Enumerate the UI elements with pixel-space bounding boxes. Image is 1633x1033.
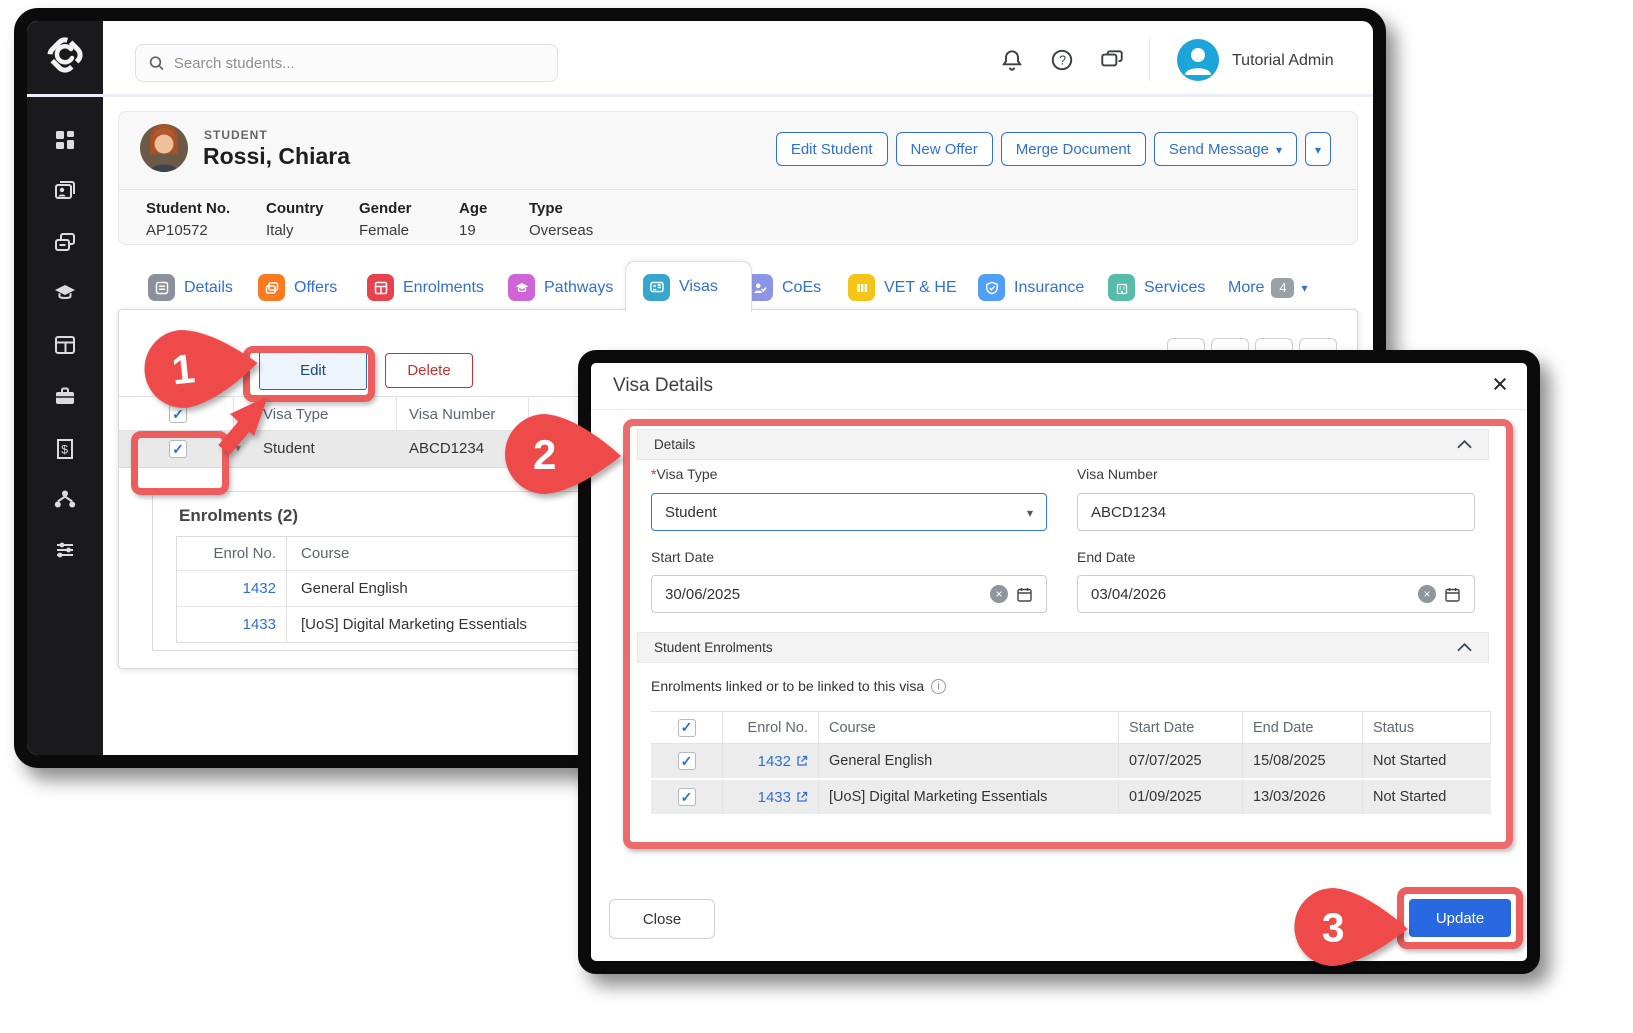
chevron-down-icon [1301,279,1307,297]
user-name[interactable]: Tutorial Admin [1232,52,1334,70]
table-icon [367,274,394,301]
student-kicker: STUDENT [204,128,268,142]
modal-title: Visa Details [613,375,713,397]
table-row: 1432 General English [177,570,635,606]
settings-sliders-icon[interactable] [53,538,77,562]
visa-number-cell: ABCD1234 [409,440,484,457]
agents-icon[interactable] [53,384,77,408]
id-card-icon [643,274,670,301]
visa-details-modal: Visa Details × Details *Visa Type Visa N… [578,350,1540,974]
topbar-separator [1149,37,1150,81]
timetable-icon[interactable] [53,333,77,357]
field-value: Female [359,222,409,239]
close-button[interactable]: Close [609,899,715,939]
tab-services[interactable]: Services [1108,264,1205,311]
students-icon[interactable] [53,178,77,202]
merge-document-button[interactable]: Merge Document [1001,132,1146,166]
annotation-step-3: 3 [1292,886,1410,968]
student-avatar [140,124,188,172]
shield-check-icon [978,274,1005,301]
chevron-down-icon [1276,141,1282,158]
column-header: Enrol No. [177,537,287,570]
linked-enrolments-box: Enrolments (2) Enrol No. Course 1432 Gen… [152,491,652,651]
table-row: 1433 [UoS] Digital Marketing Essentials [177,606,635,642]
student-name: Rossi, Chiara [203,143,350,170]
graduation-cap-icon [508,274,535,301]
column-header[interactable]: Visa Number [409,406,495,423]
topbar-divider [27,94,1373,97]
field-label: Age [459,200,487,217]
student-actions: Edit Student New Offer Merge Document Se… [776,132,1331,166]
tab-more[interactable]: More 4 [1228,264,1307,311]
more-actions-button[interactable] [1305,132,1331,166]
svg-text:$: $ [61,443,68,457]
tab-offers[interactable]: Offers [258,264,337,311]
help-icon[interactable]: ? [1049,47,1075,73]
dashboard-icon[interactable] [53,128,77,152]
field-value: 19 [459,222,476,239]
bars-icon [848,274,875,301]
user-avatar[interactable] [1177,39,1219,81]
tab-enrolments[interactable]: Enrolments [367,264,484,311]
column-divider [396,396,397,468]
svg-text:3: 3 [1322,905,1345,951]
delete-visa-button[interactable]: Delete [385,353,473,388]
tutorial-screenshot: $ ? [0,0,1633,1033]
modal-divider [591,409,1529,410]
search-box[interactable] [135,44,558,82]
field-label: Student No. [146,200,230,217]
tab-vet-he[interactable]: VET & HE [848,264,957,311]
send-message-button[interactable]: Send Message [1154,132,1297,166]
courses-icon[interactable] [53,281,77,305]
highlight-frame-update [1397,887,1523,949]
svg-text:2: 2 [533,431,556,478]
annotation-step-2: 2 [502,412,624,496]
field-label: Gender [359,200,412,217]
enrolment-link[interactable]: 1432 [243,580,276,597]
close-icon[interactable]: × [1485,369,1515,399]
tab-visas[interactable]: Visas [625,261,752,312]
enrolment-link[interactable]: 1433 [243,616,276,633]
tab-details[interactable]: Details [148,264,233,311]
offers-icon[interactable] [53,230,77,254]
sidebar: $ [27,21,103,755]
search-input[interactable] [174,55,545,72]
offer-card-icon [258,274,285,301]
finance-icon[interactable]: $ [53,437,77,461]
document-icon [148,274,175,301]
new-offer-button[interactable]: New Offer [896,132,993,166]
person-silhouette-icon [1177,39,1219,81]
enrolments-table: Enrol No. Course 1432 General English 14… [176,536,636,643]
chevron-down-icon [1315,141,1321,158]
edit-student-button[interactable]: Edit Student [776,132,888,166]
highlight-frame-sections [623,419,1513,849]
svg-text:?: ? [1059,54,1066,68]
app-logo [44,34,86,76]
tab-insurance[interactable]: Insurance [978,264,1084,311]
tab-coes[interactable]: CoEs [746,264,821,311]
more-count-badge: 4 [1271,278,1294,298]
chat-icon[interactable] [1099,47,1125,73]
tab-pathways[interactable]: Pathways [508,264,613,311]
notifications-bell-icon[interactable] [999,47,1025,73]
student-header-card: STUDENT Rossi, Chiara Edit Student New O… [118,111,1358,245]
svg-text:1: 1 [170,345,197,393]
student-info-row: Student No. AP10572 Country Italy Gender… [119,189,1357,244]
community-icon[interactable] [53,487,77,511]
annotation-step-1: 1 [138,320,264,414]
field-value: Italy [266,222,294,239]
field-label: Country [266,200,324,217]
field-label: Type [529,200,563,217]
building-icon [1108,274,1135,301]
search-icon [148,54,165,72]
field-value: Overseas [529,222,593,239]
field-value: AP10572 [146,222,208,239]
enrolments-title: Enrolments (2) [179,506,298,526]
